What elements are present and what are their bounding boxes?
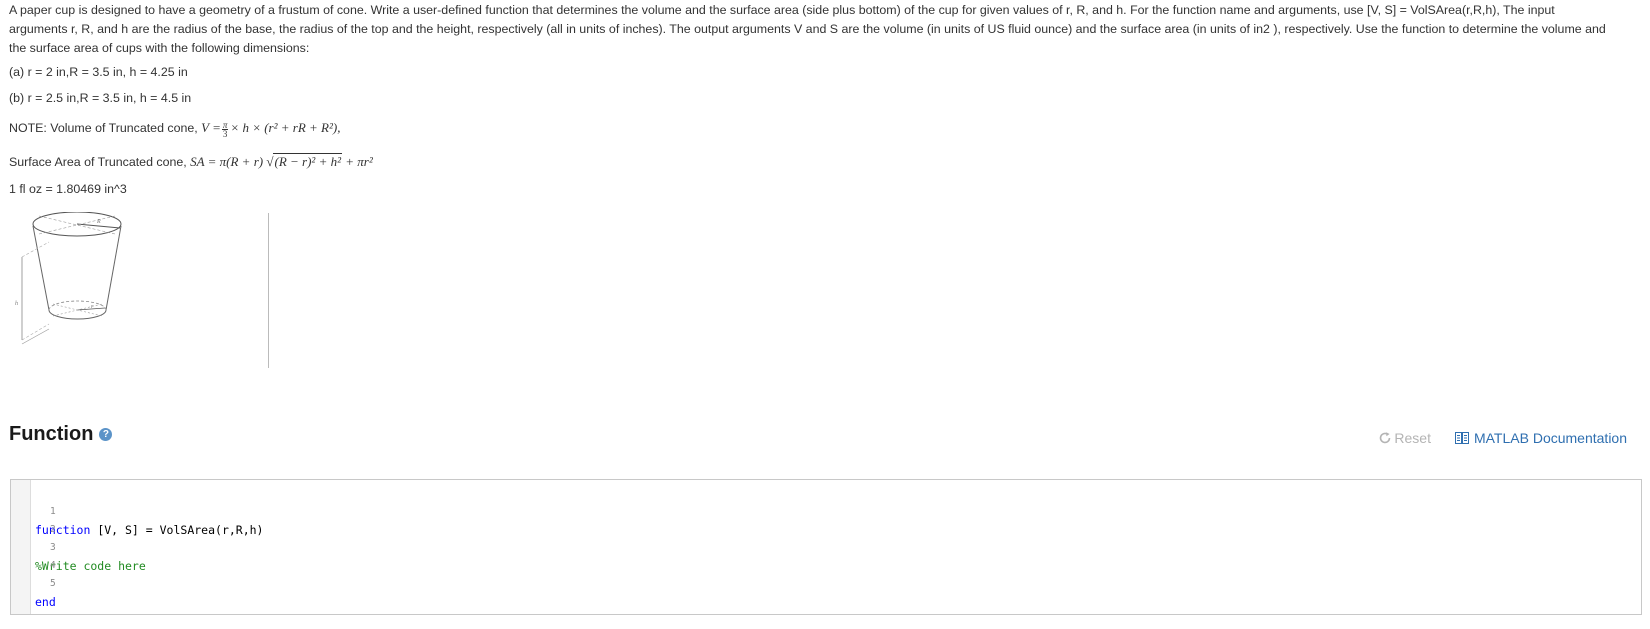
editor-toolbar: Reset MATLAB Documentation <box>1378 430 1627 446</box>
code-line[interactable]: 4 <box>11 537 56 571</box>
problem-text: A paper cup is designed to have a geomet… <box>9 3 1606 55</box>
question-circle-icon[interactable]: ? <box>99 428 113 441</box>
sqrt-radicand: (R − r)² + h² <box>273 153 342 169</box>
code-line[interactable]: 3 %Write code here <box>11 519 146 573</box>
volume-formula-lhs: V = <box>201 120 221 135</box>
keyword-end: end <box>35 595 56 609</box>
code-line[interactable]: 2 <box>11 501 56 535</box>
volume-formula: V = π 3 × h × (r² + rR + R²), <box>201 120 341 139</box>
code-line[interactable]: 5 end <box>11 555 56 609</box>
volume-note-label: NOTE: Volume of Truncated cone, <box>9 121 198 135</box>
figure-divider <box>268 213 269 368</box>
surface-note: Surface Area of Truncated cone, SA = π(R… <box>9 152 373 172</box>
fraction-denominator: 3 <box>222 128 228 139</box>
pi-over-3-fraction: π3 <box>221 120 229 139</box>
function-title: Function <box>9 423 94 445</box>
surface-formula-lhs: SA = π(R + r) <box>190 154 264 169</box>
code-editor[interactable]: 1 function [V, S] = VolSArea(r,R,h) 2 3 … <box>10 479 1642 615</box>
code-line[interactable]: 1 function [V, S] = VolSArea(r,R,h) <box>11 483 263 537</box>
documentation-label: MATLAB Documentation <box>1473 430 1627 446</box>
line-number: 5 <box>49 578 56 589</box>
label-big-r: R <box>96 219 101 225</box>
surface-formula-tail: + πr² <box>345 154 373 169</box>
matlab-documentation-link[interactable]: MATLAB Documentation <box>1454 430 1627 446</box>
case-b: (b) r = 2.5 in,R = 3.5 in, h = 4.5 in <box>9 91 192 105</box>
surface-note-label: Surface Area of Truncated cone, <box>9 155 187 169</box>
reset-button[interactable]: Reset <box>1378 430 1431 446</box>
conversion-note: 1 fl oz = 1.80469 in^3 <box>9 182 127 196</box>
label-h: h <box>15 301 18 307</box>
book-icon <box>1454 432 1469 444</box>
reset-label: Reset <box>1394 430 1431 446</box>
function-signature: [V, S] = VolSArea(r,R,h) <box>90 523 264 537</box>
problem-statement: A paper cup is designed to have a geomet… <box>9 1 1614 58</box>
cup-figure: R r h <box>9 211 139 370</box>
volume-note: NOTE: Volume of Truncated cone, V = π 3 × h… <box>9 118 340 138</box>
volume-formula-rest: × h × (r² + rR + R²), <box>230 120 341 135</box>
refresh-icon <box>1380 432 1391 444</box>
function-header: Function ? <box>9 423 113 446</box>
surface-formula: SA = π(R + r) √(R − r)² + h² + πr² <box>190 153 373 169</box>
case-a: (a) r = 2 in,R = 3.5 in, h = 4.25 in <box>9 65 188 79</box>
frustum-cup-diagram: R r h <box>15 211 122 345</box>
